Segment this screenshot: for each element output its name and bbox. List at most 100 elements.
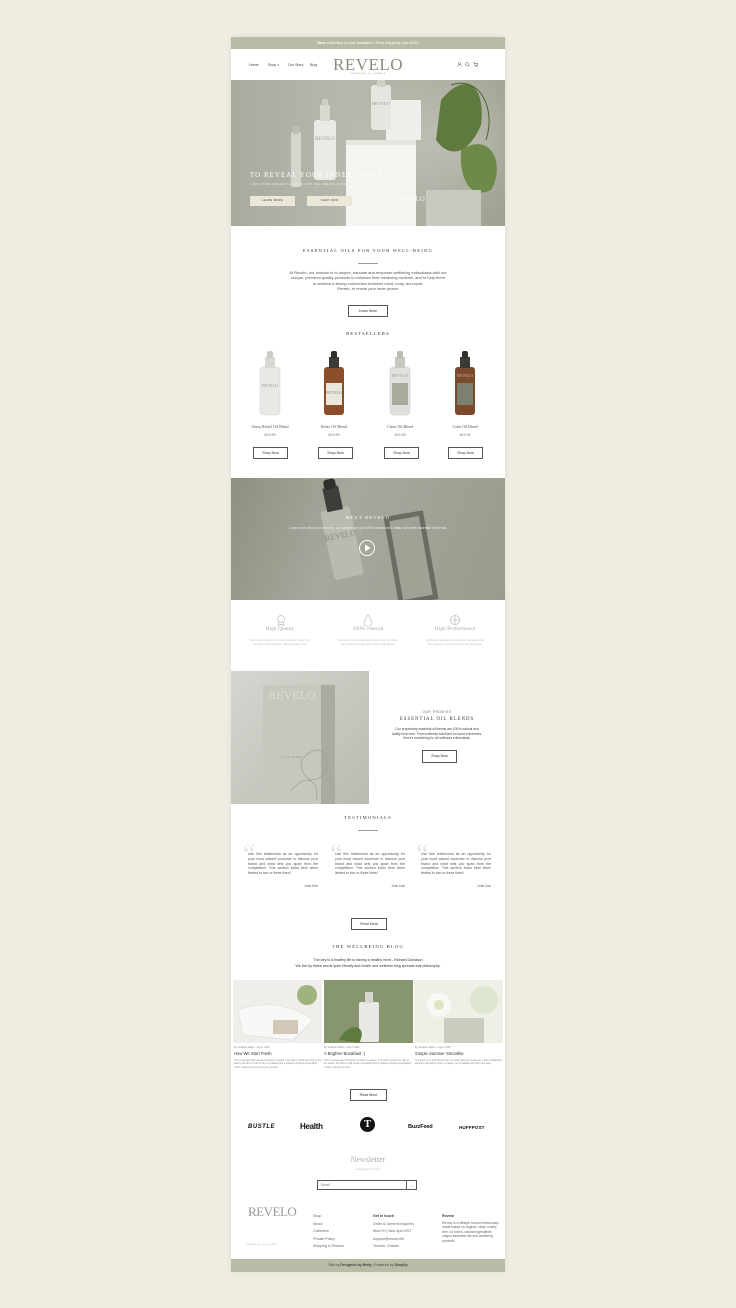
divider [358, 830, 378, 831]
promise-box-label: CALM BLEND [281, 756, 303, 759]
product-price: $19.95 [328, 433, 340, 437]
intro-title: ESSENTIAL OILS FOR YOUR WELL-BEING [303, 248, 433, 253]
product-image: REVELO [389, 351, 411, 416]
credit-designer[interactable]: Designed by Betty [340, 1263, 371, 1267]
nav-blog[interactable]: Blog [310, 63, 317, 67]
footer-link-shipping[interactable]: Shipping & Returns [313, 1243, 344, 1251]
store-page: New collection is now available | Free s… [231, 37, 505, 1272]
blog-post-meta: By Jonathan Martin · Aug 8, 2022 [415, 1046, 451, 1049]
product-price: $19.95 [394, 433, 406, 437]
meet-revelo-video: REVELO MEET REVELO Learn more about our … [231, 478, 505, 600]
footer-contact-line: Mon-Fri | 9am-4pm EST [373, 1229, 412, 1234]
newsletter-email-input[interactable] [317, 1180, 407, 1190]
credit-platform[interactable]: Shopify [395, 1263, 408, 1267]
blog-post-title[interactable]: A Brighter Breakfast :) [324, 1051, 365, 1056]
testimonial-text: Use this testimonial as an opportunity f… [421, 852, 491, 876]
testimonial-name: John Doe [304, 883, 318, 888]
hero-learn-more-button[interactable]: LEARN MORE [250, 196, 295, 206]
footer-about-title: Revelo [442, 1214, 454, 1218]
blog-post-meta: By Jonathan Martin · Aug 8, 2022 [324, 1046, 360, 1049]
bottom-bar: Site by Designed by Betty | Powered by S… [231, 1259, 505, 1272]
chevron-down-icon: ▾ [277, 63, 279, 67]
svg-text:REVELO: REVELO [457, 373, 473, 378]
shop-now-button[interactable]: Shop Now [318, 447, 353, 459]
play-button[interactable] [359, 540, 375, 556]
testimonial-card: Use this testimonial as an opportunity f… [248, 852, 318, 888]
announcement-text: collection is now available | Free shipp… [325, 40, 419, 45]
footer-link-collection[interactable]: Collection [313, 1228, 344, 1236]
testimonials-read-more-button[interactable]: Read More [351, 918, 387, 930]
testimonial-text: Use this testimonial as an opportunity f… [248, 852, 318, 876]
blog-post-image[interactable] [324, 980, 413, 1043]
footer-link-privacy[interactable]: Private Policy [313, 1236, 344, 1244]
newsletter-submit-button[interactable]: → [406, 1180, 417, 1190]
footer-logo-tagline: ESSENTIAL OIL BLENDS [246, 1244, 278, 1246]
press-logo-bustle: BUSTLE [248, 1124, 275, 1130]
blog-post-title[interactable]: How We Start Fresh [234, 1051, 272, 1056]
credit-pre: Site by [328, 1263, 341, 1267]
footer-link-about[interactable]: About [313, 1221, 344, 1229]
testimonial-name: John Doe [391, 883, 405, 888]
blog-post-excerpt: This is a great layer intended smoothie … [324, 1059, 412, 1069]
nav-shop[interactable]: Shop ▾ [268, 63, 279, 67]
search-icon[interactable] [465, 62, 470, 69]
shop-now-button[interactable]: Shop Now [253, 447, 288, 459]
newsletter-sub: Let's keep in touch [355, 1167, 381, 1171]
promise-eyebrow: OUR PROMISE [422, 710, 452, 714]
brand-tagline: ESSENTIAL OIL BLENDS [350, 73, 386, 75]
footer-contact-email[interactable]: support@revelo.life [373, 1236, 414, 1244]
product-name: Relax Oil Blend [321, 424, 347, 429]
blog-post-image[interactable] [233, 980, 322, 1043]
intro-text: At Revelo, our mission is to inspire, ed… [231, 270, 505, 292]
testimonials-title: TESTIMONIALS [344, 815, 392, 820]
product-card-relax[interactable]: REVELO Relax Oil Blend $19.95 [304, 347, 364, 437]
hero-subtitle: 100% PURE ESSENTIAL OILS FOR WELLBEING E… [250, 182, 364, 186]
account-icon[interactable] [457, 62, 462, 69]
promise-text: Our proprietary essential oil blends are… [369, 727, 505, 741]
svg-text:REVELO: REVELO [372, 101, 390, 106]
shop-now-button[interactable]: Shop Now [448, 447, 483, 459]
nav-shop-label: Shop [268, 63, 277, 67]
announcement-bar: New collection is now available | Free s… [231, 37, 505, 49]
divider [358, 263, 378, 264]
cart-icon[interactable] [473, 62, 479, 69]
testimonial-card: Use this testimonial as an opportunity f… [421, 852, 491, 888]
product-card-clean[interactable]: REVELO Clean Oil Blend $19.95 [370, 347, 430, 437]
intro-tagline: Revelo, to reveal your inner peace. [336, 286, 400, 292]
blog-read-more-button[interactable]: Read More [350, 1089, 387, 1101]
promise-box-logo: REVELO [268, 688, 316, 702]
blog-post-title[interactable]: Simple Summer Smoothie [415, 1051, 464, 1056]
meet-title: MEET REVELO [345, 515, 391, 520]
product-card-calm[interactable]: REVELO Calm Oil Blend $19.95 [435, 347, 495, 437]
shop-now-button[interactable]: Shop Now [384, 447, 419, 459]
press-logo-nyt: T [360, 1117, 375, 1132]
product-price: $19.95 [264, 433, 276, 437]
svg-text:REVELO: REVELO [262, 383, 278, 388]
press-logo-health: Health [300, 1122, 323, 1131]
nav-home[interactable]: Home [249, 63, 259, 67]
nav-our-story[interactable]: Our Story [288, 63, 303, 67]
footer-contact: Get in touch Order & General Inquiries M… [373, 1213, 414, 1251]
feature-desc: We're committed to only sell products ma… [249, 638, 311, 646]
promise-shop-now-button[interactable]: Shop Now [422, 750, 457, 763]
play-icon [365, 544, 371, 552]
intro-learn-more-button[interactable]: Learn More [348, 305, 388, 317]
blog-sub: We live by these words quite literally a… [295, 964, 441, 968]
promise-line-3: there's something for all wellness enthu… [403, 736, 471, 741]
footer-about-text: Revelo is a lifestyle brand meticulously… [442, 1220, 499, 1243]
blog-post-meta: By Jonathan Martin · Aug 8, 2022 [234, 1046, 270, 1049]
feature-title: High Quality [265, 626, 295, 632]
brand-logo[interactable]: REVELO [333, 55, 403, 75]
footer-link-shop[interactable]: Shop [313, 1213, 344, 1221]
product-price: $19.95 [459, 433, 471, 437]
promise-image: REVELO CALM BLEND [231, 671, 369, 804]
product-image: REVELO [324, 351, 344, 415]
hero-shop-now-button[interactable]: SHOP NOW [307, 196, 352, 206]
blog-title: THE WELLBEING BLOG [331, 944, 405, 949]
testimonial-card: Use this testimonial as an opportunity f… [335, 852, 405, 888]
product-card-stress-relief[interactable]: REVELO Stress Relief Oil Blend $19.95 [240, 347, 300, 437]
svg-text:REVELO: REVELO [315, 137, 335, 142]
blog-post-image[interactable] [414, 980, 503, 1043]
product-name: Calm Oil Blend [452, 424, 478, 429]
footer-logo[interactable]: REVELO [248, 1205, 297, 1218]
